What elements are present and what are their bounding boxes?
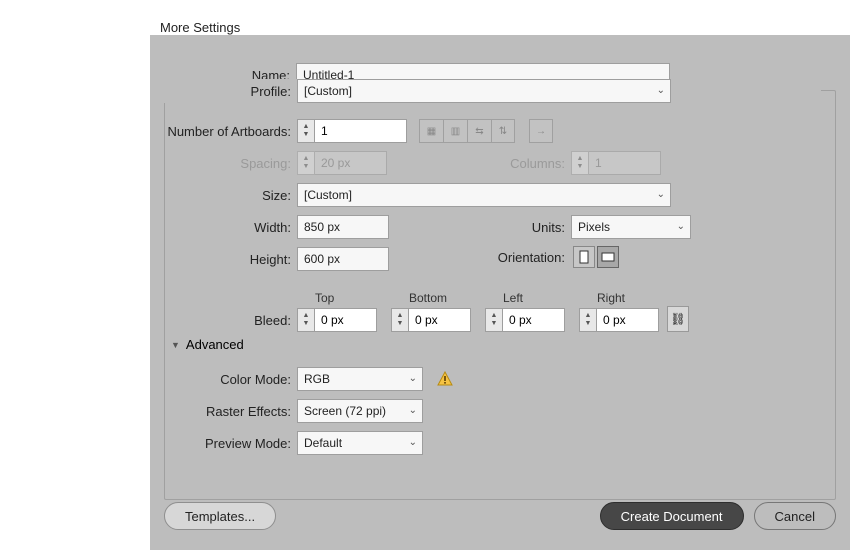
new-document-panel: Name: Profile: ⌄ Number of Artboards: ▲▼… bbox=[150, 35, 850, 550]
bleed-bottom-label: Bottom bbox=[409, 291, 471, 305]
columns-input bbox=[589, 151, 661, 175]
bleed-left-label: Left bbox=[503, 291, 565, 305]
create-document-button[interactable]: Create Document bbox=[600, 502, 744, 530]
bleed-top-label: Top bbox=[315, 291, 377, 305]
preview-mode-label: Preview Mode: bbox=[151, 436, 291, 451]
arrange-grid-by-col-button[interactable]: ▥ bbox=[443, 119, 467, 143]
bleed-left-input[interactable] bbox=[503, 308, 565, 332]
width-input[interactable] bbox=[297, 215, 389, 239]
arrange-col-button[interactable]: ⇅ bbox=[491, 119, 515, 143]
artboards-input[interactable] bbox=[315, 119, 407, 143]
arrange-rtl-button[interactable]: → bbox=[529, 119, 553, 143]
bleed-top-stepper[interactable]: ▲▼ bbox=[297, 308, 315, 332]
warning-icon bbox=[437, 371, 453, 387]
advanced-disclosure[interactable]: ▼ Advanced bbox=[171, 337, 244, 352]
bleed-right-input[interactable] bbox=[597, 308, 659, 332]
bleed-bottom-stepper[interactable]: ▲▼ bbox=[391, 308, 409, 332]
height-input[interactable] bbox=[297, 247, 389, 271]
artboards-stepper[interactable]: ▲▼ bbox=[297, 119, 315, 143]
size-select[interactable] bbox=[297, 183, 671, 207]
units-label: Units: bbox=[485, 220, 565, 235]
profile-select[interactable] bbox=[297, 79, 671, 103]
settings-fieldset: Profile: ⌄ Number of Artboards: ▲▼ ▦ ▥ ⇆… bbox=[164, 90, 836, 500]
bleed-right-stepper[interactable]: ▲▼ bbox=[579, 308, 597, 332]
bleed-top-input[interactable] bbox=[315, 308, 377, 332]
size-label: Size: bbox=[151, 188, 291, 203]
spacing-input bbox=[315, 151, 387, 175]
orientation-portrait-button[interactable] bbox=[573, 246, 595, 268]
units-select[interactable] bbox=[571, 215, 691, 239]
profile-label: Profile: bbox=[151, 84, 291, 99]
bleed-link-button[interactable]: ⛓ bbox=[667, 306, 689, 332]
landscape-icon bbox=[601, 252, 615, 262]
spacing-label: Spacing: bbox=[151, 156, 291, 171]
bleed-left-stepper[interactable]: ▲▼ bbox=[485, 308, 503, 332]
portrait-icon bbox=[579, 250, 589, 264]
link-icon: ⛓ bbox=[670, 312, 685, 326]
color-mode-select[interactable] bbox=[297, 367, 423, 391]
raster-effects-label: Raster Effects: bbox=[151, 404, 291, 419]
columns-label: Columns: bbox=[485, 156, 565, 171]
orientation-landscape-button[interactable] bbox=[597, 246, 619, 268]
bleed-label: Bleed: bbox=[151, 313, 291, 328]
preview-mode-select[interactable] bbox=[297, 431, 423, 455]
dialog-title: More Settings bbox=[160, 20, 240, 35]
bleed-bottom-input[interactable] bbox=[409, 308, 471, 332]
triangle-down-icon: ▼ bbox=[171, 340, 180, 350]
cancel-button[interactable]: Cancel bbox=[754, 502, 836, 530]
spacing-stepper: ▲▼ bbox=[297, 151, 315, 175]
columns-stepper: ▲▼ bbox=[571, 151, 589, 175]
color-mode-label: Color Mode: bbox=[151, 372, 291, 387]
templates-button[interactable]: Templates... bbox=[164, 502, 276, 530]
height-label: Height: bbox=[151, 252, 291, 267]
orientation-label: Orientation: bbox=[485, 250, 565, 265]
arrange-grid-by-row-button[interactable]: ▦ bbox=[419, 119, 443, 143]
raster-effects-select[interactable] bbox=[297, 399, 423, 423]
arrange-row-button[interactable]: ⇆ bbox=[467, 119, 491, 143]
artboards-label: Number of Artboards: bbox=[151, 124, 291, 139]
bleed-right-label: Right bbox=[597, 291, 659, 305]
width-label: Width: bbox=[151, 220, 291, 235]
advanced-label: Advanced bbox=[186, 337, 244, 352]
